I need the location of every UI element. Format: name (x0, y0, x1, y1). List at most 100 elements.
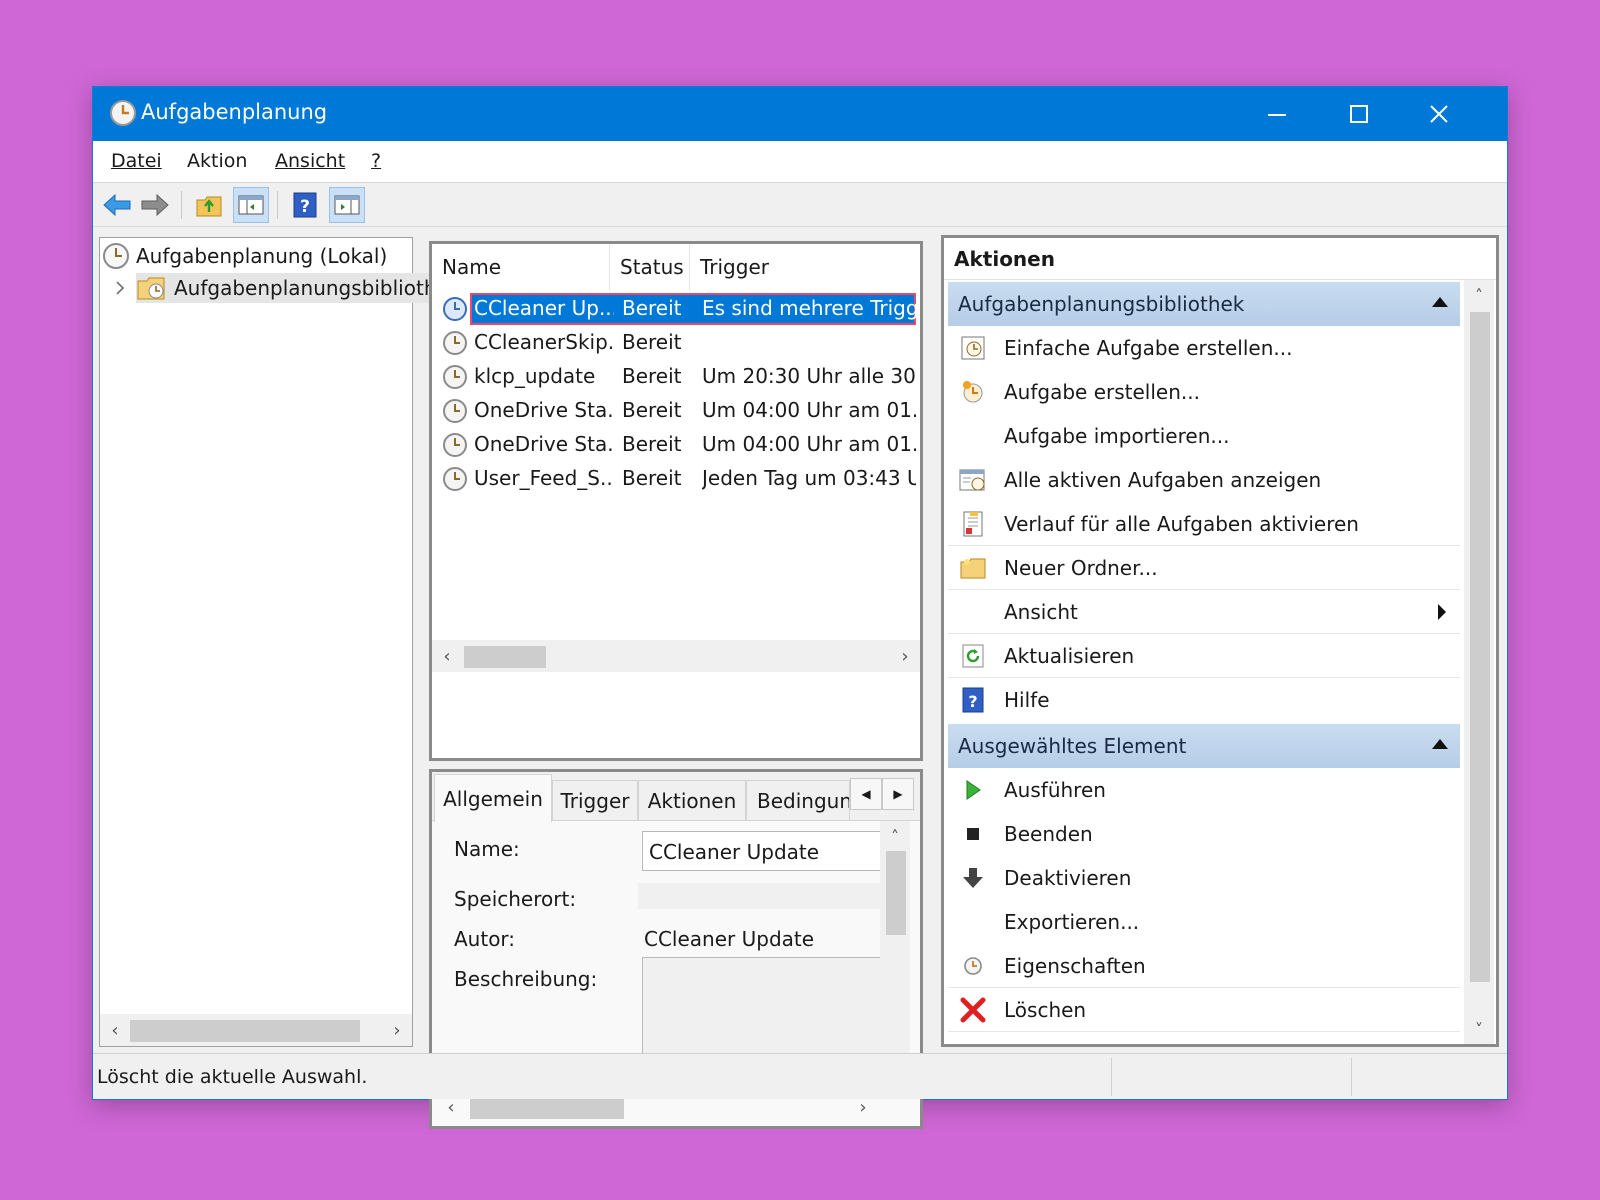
action-run[interactable]: Ausführen (948, 768, 1460, 812)
chevron-right-icon[interactable] (112, 279, 128, 297)
task-clock-icon (443, 297, 467, 321)
help-icon: ? (293, 192, 317, 218)
scroll-down-icon[interactable]: ˅ (1464, 1014, 1494, 1044)
scroll-thumb[interactable] (130, 1020, 360, 1042)
forward-button[interactable] (137, 187, 173, 223)
name-field[interactable]: CCleaner Update (642, 831, 886, 871)
close-button[interactable] (1399, 87, 1479, 141)
new-folder-icon (958, 554, 988, 582)
tab-trigger[interactable]: Trigger (552, 780, 638, 820)
status-divider (1111, 1058, 1112, 1096)
actions-pane: Aktionen Aufgabenplanungsbibliothek Einf… (941, 235, 1499, 1047)
column-header-name[interactable]: Name (432, 244, 610, 290)
maximize-button[interactable] (1319, 87, 1399, 141)
action-create-basic-task[interactable]: Einfache Aufgabe erstellen... (948, 326, 1460, 370)
back-button[interactable] (99, 187, 135, 223)
details-vertical-scrollbar[interactable]: ˄ ˅ (880, 821, 910, 1091)
toolbar-separator (277, 191, 278, 219)
running-tasks-icon (958, 466, 988, 494)
console-tree-icon (238, 195, 264, 215)
scroll-left-icon[interactable]: ‹ (100, 1014, 130, 1046)
menu-bar: Datei Aktion Ansicht ? (93, 141, 1507, 183)
tab-conditions[interactable]: Bedingungen (746, 780, 850, 820)
play-icon (958, 776, 988, 804)
action-import-task[interactable]: Aufgabe importieren... (948, 414, 1460, 458)
stop-icon (958, 820, 988, 848)
show-hide-console-tree-button[interactable] (233, 187, 269, 223)
action-refresh[interactable]: Aktualisieren (948, 634, 1460, 678)
table-row[interactable]: CCleanerSkip... Bereit (432, 326, 920, 360)
tree-item-library-selection: Aufgabenplanungsbibliothek (136, 273, 465, 303)
scroll-up-icon[interactable]: ˄ (1464, 280, 1494, 310)
tab-actions[interactable]: Aktionen (638, 780, 746, 820)
help-button[interactable]: ? (287, 187, 323, 223)
menu-file[interactable]: Datei (111, 150, 162, 172)
tree-item-local[interactable]: Aufgabenplanung (Lokal) (102, 240, 387, 272)
task-clock-icon (443, 399, 467, 423)
basic-task-icon (958, 334, 988, 362)
task-scheduler-window: Aufgabenplanung Datei Aktion Ansicht ? ?… (92, 86, 1508, 1129)
menu-view[interactable]: Ansicht (275, 150, 345, 172)
scroll-thumb[interactable] (1470, 312, 1490, 982)
close-icon (1430, 105, 1448, 123)
task-clock-icon (443, 433, 467, 457)
collapse-icon[interactable] (1432, 297, 1448, 307)
table-row[interactable]: CCleaner Up... Bereit Es sind mehrere Tr… (432, 292, 920, 326)
tree-item-library[interactable]: Aufgabenplanungsbibliothek (112, 272, 465, 304)
action-disable[interactable]: Deaktivieren (948, 856, 1460, 900)
scroll-thumb[interactable] (464, 646, 546, 668)
action-show-running-tasks[interactable]: Alle aktiven Aufgaben anzeigen (948, 458, 1460, 502)
clock-icon (110, 100, 136, 126)
scroll-thumb[interactable] (886, 851, 906, 935)
minimize-button[interactable] (1237, 87, 1317, 141)
console-tree: Aufgabenplanung (Lokal) Aufgabenplanungs… (99, 237, 465, 1047)
scroll-thumb[interactable] (470, 1097, 624, 1119)
collapse-icon[interactable] (1432, 739, 1448, 749)
svg-text:?: ? (968, 692, 977, 711)
task-clock-icon (443, 467, 467, 491)
group-header-selected-item[interactable]: Ausgewähltes Element (948, 724, 1460, 768)
submenu-arrow-icon (1438, 604, 1446, 620)
table-row[interactable]: OneDrive Sta... Bereit Um 04:00 Uhr am 0… (432, 394, 920, 428)
column-header-status[interactable]: Status (610, 244, 690, 290)
svg-text:?: ? (300, 197, 310, 217)
task-clock-icon (443, 331, 467, 355)
up-folder-button[interactable] (191, 187, 227, 223)
action-help[interactable]: ? Hilfe (948, 678, 1460, 722)
action-end[interactable]: Beenden (948, 812, 1460, 856)
action-view[interactable]: Ansicht (948, 590, 1460, 634)
task-list: Name Status Trigger CCleaner Up... Berei… (429, 241, 923, 761)
location-label: Speicherort: (454, 887, 577, 911)
menu-help[interactable]: ? (371, 150, 381, 172)
action-export[interactable]: Exportieren... (948, 900, 1460, 944)
group-header-library[interactable]: Aufgabenplanungsbibliothek (948, 282, 1460, 326)
tree-horizontal-scrollbar[interactable]: ‹ › (100, 1014, 412, 1046)
create-task-icon (958, 378, 988, 406)
tab-scroll-left-icon[interactable]: ◀ (850, 778, 882, 810)
action-create-task[interactable]: Aufgabe erstellen... (948, 370, 1460, 414)
action-enable-history[interactable]: Verlauf für alle Aufgaben aktivieren (948, 502, 1460, 546)
table-row[interactable]: klcp_update Bereit Um 20:30 Uhr alle 30 … (432, 360, 920, 394)
arrow-down-icon (958, 864, 988, 892)
table-row[interactable]: User_Feed_S... Bereit Jeden Tag um 03:43… (432, 462, 920, 496)
column-header-trigger[interactable]: Trigger (690, 244, 920, 290)
action-pane-icon (334, 195, 360, 215)
action-new-folder[interactable]: Neuer Ordner... (948, 546, 1460, 590)
tab-general[interactable]: Allgemein (434, 774, 552, 822)
tab-scroll-right-icon[interactable]: ▶ (882, 778, 914, 810)
scroll-up-icon[interactable]: ˄ (880, 821, 910, 851)
author-value: CCleaner Update (644, 927, 815, 951)
arrow-left-icon (103, 193, 131, 217)
scroll-left-icon[interactable]: ‹ (432, 640, 462, 672)
toolbar: ? (93, 183, 1507, 227)
action-delete[interactable]: Löschen (948, 988, 1460, 1032)
author-label: Autor: (454, 927, 516, 951)
table-row[interactable]: OneDrive Sta... Bereit Um 04:00 Uhr am 0… (432, 428, 920, 462)
tasklist-horizontal-scrollbar[interactable]: ‹ › (432, 640, 920, 672)
scroll-right-icon[interactable]: › (890, 640, 920, 672)
scroll-right-icon[interactable]: › (382, 1014, 412, 1046)
show-hide-action-pane-button[interactable] (329, 187, 365, 223)
menu-action[interactable]: Aktion (187, 150, 247, 172)
action-properties[interactable]: Eigenschaften (948, 944, 1460, 988)
actions-vertical-scrollbar[interactable]: ˄ ˅ (1464, 280, 1494, 1044)
